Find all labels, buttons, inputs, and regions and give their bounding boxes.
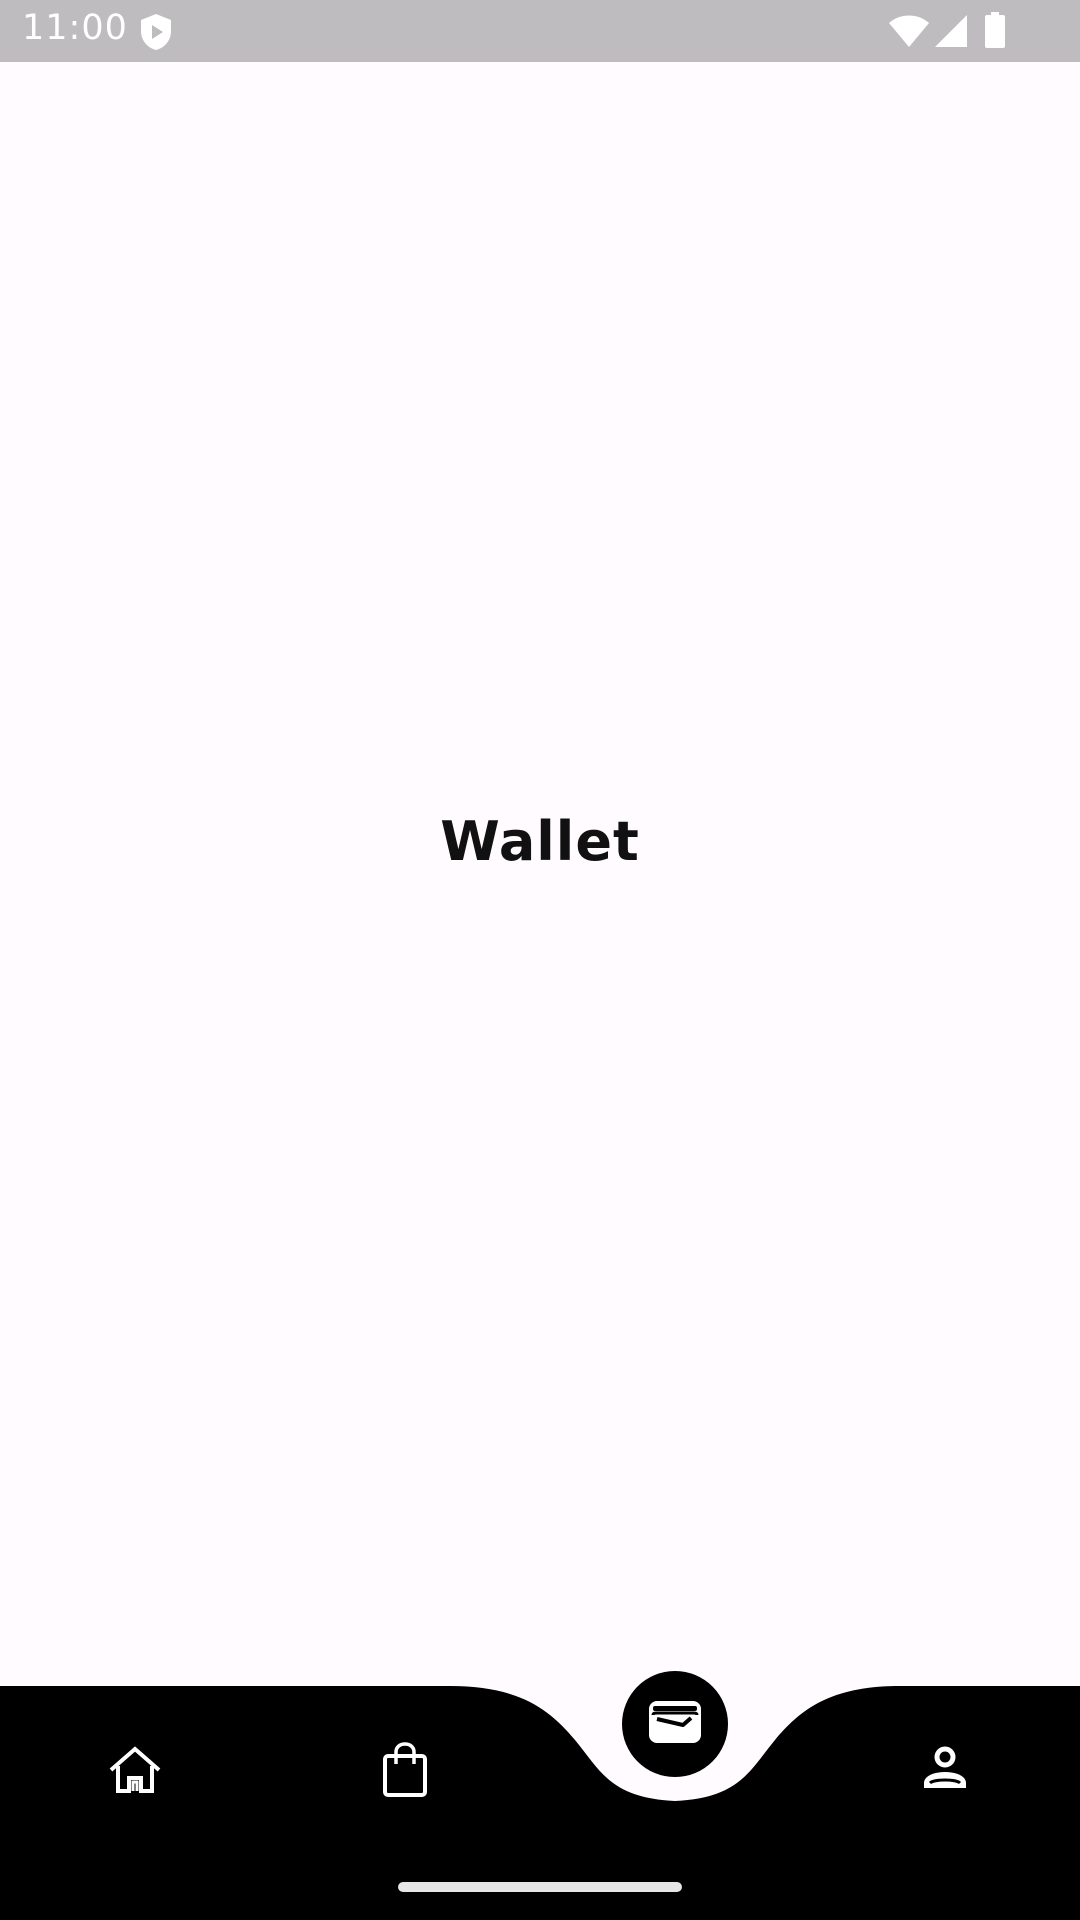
battery-icon (984, 12, 1006, 52)
nav-item-wallet[interactable] (622, 1671, 728, 1777)
nav-item-profile[interactable] (905, 1730, 985, 1810)
wifi-icon (888, 14, 930, 52)
shopping-bag-icon (382, 1742, 428, 1802)
profile-icon (922, 1745, 968, 1795)
nav-item-shop[interactable] (365, 1732, 445, 1812)
home-icon (108, 1746, 162, 1798)
bottom-navigation-bar (0, 1660, 1080, 1920)
status-bar: 11:00 (0, 0, 1080, 62)
nav-item-home[interactable] (95, 1732, 175, 1812)
status-time: 11:00 (22, 8, 128, 48)
app-screen: 11:00 Wallet (0, 0, 1080, 1920)
shield-play-icon (138, 12, 174, 56)
home-indicator[interactable] (398, 1882, 682, 1892)
wallet-icon (647, 1699, 703, 1749)
signal-icon (934, 14, 968, 52)
page-title: Wallet (440, 810, 640, 873)
